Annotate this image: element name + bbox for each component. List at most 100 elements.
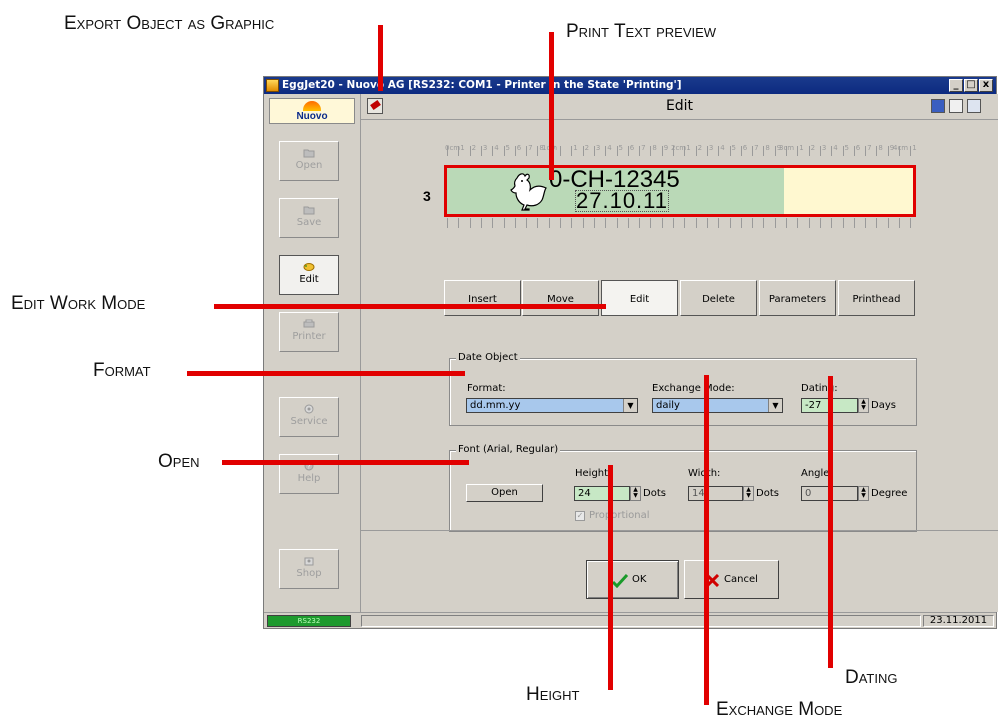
ruler-mm-label: 6: [516, 144, 522, 152]
callout-edit-work-mode: Edit Work Mode: [11, 293, 146, 314]
sidebar-item-open[interactable]: Open: [279, 141, 339, 181]
ruler-tick: [819, 218, 821, 228]
ruler-mm-label: 8: [765, 144, 770, 152]
group-title: Date Object: [456, 352, 520, 363]
ruler-tick: [808, 146, 810, 156]
ruler-mm-label: 2: [810, 144, 816, 152]
cancel-button[interactable]: Cancel: [684, 560, 779, 599]
format-select[interactable]: dd.mm.yy ▼: [466, 398, 638, 413]
page-title: Edit: [665, 98, 694, 114]
callout-line-preview: [549, 32, 554, 180]
ruler-mm-label: 6: [742, 144, 748, 152]
height-input[interactable]: 24: [574, 486, 630, 501]
date-object-group: Date Object Format: dd.mm.yy ▼ Exchange …: [449, 352, 917, 426]
callout-format: Format: [93, 360, 151, 381]
chevron-down-icon[interactable]: ▼: [623, 399, 637, 412]
ruler-tick: [571, 146, 573, 156]
sidebar-item-edit[interactable]: Edit: [279, 255, 339, 295]
mode-printhead-button[interactable]: Printhead: [838, 280, 915, 316]
ok-button[interactable]: OK: [586, 560, 679, 599]
ruler-tick: [492, 146, 494, 156]
header-bar: Edit: [361, 94, 998, 120]
callout-line-dating: [828, 376, 833, 668]
dating-spinner[interactable]: ▲ ▼: [858, 398, 869, 413]
monitor-icon[interactable]: [967, 99, 981, 113]
ruler-tick: [910, 146, 912, 156]
ruler-mm-label: 1: [460, 144, 465, 152]
ruler-mm-label: 2: [697, 144, 703, 152]
ruler-tick: [605, 218, 607, 228]
ruler-tick: [774, 218, 776, 228]
ruler-tick: [605, 146, 607, 156]
angle-spinner[interactable]: ▲ ▼: [858, 486, 869, 501]
ruler-tick: [514, 146, 516, 156]
ruler-tick: [718, 218, 720, 228]
mode-delete-button[interactable]: Delete: [680, 280, 757, 316]
ruler-mm-label: 8: [652, 144, 657, 152]
width-spinner[interactable]: ▲ ▼: [743, 486, 754, 501]
dating-unit: Days: [871, 400, 896, 411]
sidebar-item-shop[interactable]: Shop: [279, 549, 339, 589]
ruler-mm-label: 6: [629, 144, 635, 152]
ruler-tick: [831, 146, 833, 156]
chevron-down-icon[interactable]: ▼: [768, 399, 782, 412]
ruler-mm-label: 8: [539, 144, 544, 152]
sidebar-item-save[interactable]: Save: [279, 198, 339, 238]
mode-edit-button[interactable]: Edit: [601, 280, 678, 316]
ruler-tick: [616, 146, 618, 156]
width-input[interactable]: 14: [688, 486, 743, 501]
proportional-checkbox[interactable]: ✓: [575, 511, 585, 521]
mode-parameters-button[interactable]: Parameters: [759, 280, 836, 316]
calculator-icon[interactable]: [931, 99, 945, 113]
ruler-tick: [786, 146, 787, 156]
print-text-preview[interactable]: 0-CH-12345 27.10.11: [444, 165, 916, 217]
ruler-tick: [740, 146, 742, 156]
font-open-button[interactable]: Open: [466, 484, 543, 502]
app-icon: [266, 79, 279, 92]
mode-move-button[interactable]: Move: [522, 280, 599, 316]
ruler-label: 4cm: [893, 144, 909, 152]
ruler-tick: [740, 218, 742, 228]
sidebar-item-service[interactable]: Service: [279, 397, 339, 437]
ruler-tick: [763, 146, 765, 156]
ruler-tick: [447, 146, 448, 156]
ruler-tick: [650, 218, 652, 228]
close-button[interactable]: x: [979, 79, 993, 92]
ruler-tick: [865, 146, 867, 156]
height-unit: Dots: [643, 488, 666, 499]
exchange-mode-select[interactable]: daily ▼: [652, 398, 783, 413]
ruler-mm-label: 5: [844, 144, 849, 152]
ruler-tick: [593, 146, 595, 156]
ruler-tick: [469, 218, 471, 228]
divider: [361, 530, 998, 531]
title-bar: EggJet20 - Nuovo AG [RS232: COM1 - Print…: [264, 77, 996, 94]
maximize-button[interactable]: □: [964, 79, 978, 92]
minimize-button[interactable]: _: [949, 79, 963, 92]
folder-icon: [303, 206, 315, 215]
ruler-tick: [661, 146, 663, 156]
ruler-mm-label: 1: [573, 144, 578, 152]
mode-insert-button[interactable]: Insert: [444, 280, 521, 316]
cancel-label: Cancel: [724, 574, 758, 585]
callout-line-export: [378, 25, 383, 91]
ruler-tick: [853, 146, 855, 156]
status-date: 23.11.2011: [923, 615, 994, 627]
ruler-mm-label: 4: [607, 144, 612, 152]
ruler-mm-label: 1: [686, 144, 691, 152]
ruler-tick: [560, 146, 561, 156]
ruler-mm-label: 5: [505, 144, 510, 152]
height-spinner[interactable]: ▲ ▼: [630, 486, 641, 501]
ruler-tick: [458, 146, 460, 156]
ruler-bottom: [444, 216, 916, 230]
ruler-tick: [729, 218, 731, 228]
calendar-icon[interactable]: [949, 99, 963, 113]
sidebar-item-printer[interactable]: Printer: [279, 312, 339, 352]
ruler-mm-label: 5: [731, 144, 736, 152]
ruler-tick: [616, 218, 618, 228]
ruler-tick: [831, 218, 833, 228]
ruler-tick: [673, 218, 674, 228]
status-panel: [361, 615, 921, 627]
sidebar: Nuovo Open Save Edit Printer Service ? H…: [264, 94, 361, 612]
ruler-tick: [560, 218, 561, 228]
ruler-mm-label: 2: [584, 144, 590, 152]
